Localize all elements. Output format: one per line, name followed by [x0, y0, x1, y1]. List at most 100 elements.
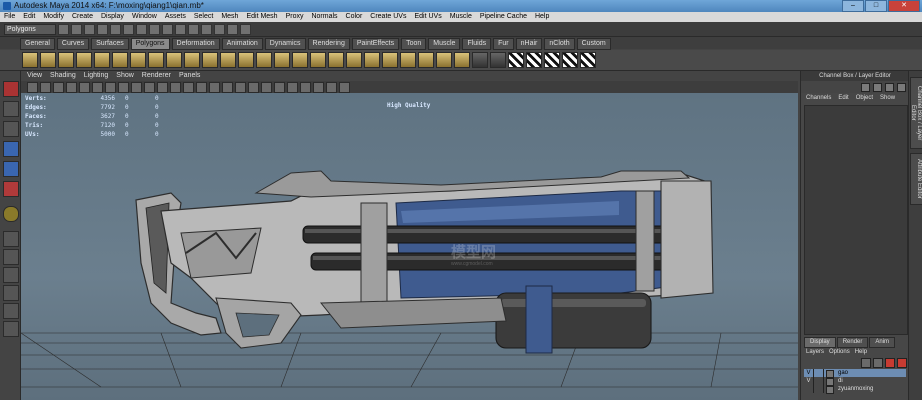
menu-set-selector[interactable]: Polygons [4, 24, 56, 35]
shelf-tab-ncloth[interactable]: nCloth [544, 38, 575, 50]
select-tool-icon[interactable] [3, 81, 19, 97]
extract-icon[interactable] [220, 52, 236, 68]
combine-icon[interactable] [184, 52, 200, 68]
cb-toggle-layer-editor-icon[interactable] [873, 83, 882, 92]
panel-menu-renderer[interactable]: Renderer [142, 71, 171, 81]
layer-menu-help[interactable]: Help [855, 348, 867, 357]
menu-file[interactable]: File [4, 12, 15, 22]
layer-playback-toggle[interactable] [814, 385, 824, 393]
layer-menu-options[interactable]: Options [829, 348, 850, 357]
layer-tab-display[interactable]: Display [804, 337, 836, 348]
wireframe-on-shaded-icon[interactable] [196, 82, 207, 93]
side-tab-channel-box[interactable]: Channel Box / Layer Editor [910, 77, 922, 149]
poly-sphere-icon[interactable] [22, 52, 38, 68]
x-ray-icon[interactable] [313, 82, 324, 93]
smooth-shade-icon[interactable] [183, 82, 194, 93]
minimize-button[interactable]: – [842, 0, 864, 12]
menu-normals[interactable]: Normals [311, 12, 337, 22]
layer-row-zyuanmoxing[interactable]: zyuanmoxing [804, 385, 906, 394]
cb-toggle-channel-box-icon[interactable] [861, 83, 870, 92]
planar-mapping-icon[interactable] [508, 52, 524, 68]
move-layer-up-icon[interactable] [861, 358, 871, 368]
paint-select-tool-icon[interactable] [3, 121, 19, 137]
layer-visibility-toggle[interactable] [804, 385, 814, 393]
anti-aliasing-icon[interactable] [274, 82, 285, 93]
menu-muscle[interactable]: Muscle [450, 12, 472, 22]
panel-menu-panels[interactable]: Panels [179, 71, 200, 81]
panel-menu-show[interactable]: Show [116, 71, 134, 81]
rotate-tool-icon[interactable] [3, 161, 19, 177]
menu-select[interactable]: Select [194, 12, 213, 22]
shelf-tab-animation[interactable]: Animation [221, 38, 263, 50]
screen-space-ao-icon[interactable] [248, 82, 259, 93]
shelf-tab-fluids[interactable]: Fluids [462, 38, 492, 50]
menu-window[interactable]: Window [132, 12, 157, 22]
film-gate-icon[interactable] [92, 82, 103, 93]
safe-action-icon[interactable] [144, 82, 155, 93]
x-ray-joints-icon[interactable] [326, 82, 337, 93]
spherical-mapping-icon[interactable] [544, 52, 560, 68]
layer-menu-layers[interactable]: Layers [806, 348, 824, 357]
menu-pipeline-cache[interactable]: Pipeline Cache [480, 12, 527, 22]
layout-four-icon[interactable] [3, 249, 19, 265]
poly-pipe-icon[interactable] [166, 52, 182, 68]
render-settings-icon[interactable] [240, 24, 251, 35]
poly-pyramid-icon[interactable] [148, 52, 164, 68]
depth-of-field-icon[interactable] [287, 82, 298, 93]
append-polygon-icon[interactable] [328, 52, 344, 68]
menu-mesh[interactable]: Mesh [221, 12, 238, 22]
shelf-tab-painteffects[interactable]: PaintEffects [351, 38, 400, 50]
smooth-icon[interactable] [238, 52, 254, 68]
reduce-icon[interactable] [436, 52, 452, 68]
mirror-geometry-icon[interactable] [472, 52, 488, 68]
new-scene-icon[interactable] [58, 24, 69, 35]
menu-edit-mesh[interactable]: Edit Mesh [246, 12, 277, 22]
shelf-tab-polygons[interactable]: Polygons [130, 38, 170, 50]
side-tab-attribute-editor[interactable]: Attribute Editor [910, 153, 922, 205]
layer-visibility-toggle[interactable]: V [804, 377, 814, 385]
snap-point-icon[interactable] [162, 24, 173, 35]
select-object-icon[interactable] [110, 24, 121, 35]
history-icon[interactable] [188, 24, 199, 35]
layer-visibility-toggle[interactable]: V [804, 369, 814, 377]
textured-icon[interactable] [209, 82, 220, 93]
menu-create[interactable]: Create [72, 12, 93, 22]
save-scene-icon[interactable] [84, 24, 95, 35]
cb-menu-show[interactable]: Show [880, 93, 895, 103]
cb-toggle-both-icon[interactable] [885, 83, 894, 92]
move-tool-icon[interactable] [3, 141, 19, 157]
wedge-face-icon[interactable] [418, 52, 434, 68]
poly-cube-icon[interactable] [40, 52, 56, 68]
lasso-tool-icon[interactable] [3, 101, 19, 117]
snap-surface-icon[interactable] [175, 24, 186, 35]
poly-torus-icon[interactable] [112, 52, 128, 68]
layout-single-icon[interactable] [3, 231, 19, 247]
shelf-tab-surfaces[interactable]: Surfaces [91, 38, 129, 50]
grid-icon[interactable] [79, 82, 90, 93]
create-empty-layer-icon[interactable] [885, 358, 895, 368]
boolean-icon[interactable] [256, 52, 272, 68]
bookmarks-icon[interactable] [53, 82, 64, 93]
menu-edit-uvs[interactable]: Edit UVs [414, 12, 441, 22]
merge-vertices-icon[interactable] [382, 52, 398, 68]
panel-menu-view[interactable]: View [27, 71, 42, 81]
cb-menu-object[interactable]: Object [856, 93, 873, 103]
menu-modify[interactable]: Modify [43, 12, 64, 22]
select-camera-icon[interactable] [27, 82, 38, 93]
poly-cone-icon[interactable] [76, 52, 92, 68]
backface-culling-icon[interactable] [339, 82, 350, 93]
field-chart-icon[interactable] [131, 82, 142, 93]
layout-hypershade-icon[interactable] [3, 303, 19, 319]
separate-icon[interactable] [202, 52, 218, 68]
checker-texture-icon[interactable] [580, 52, 596, 68]
layout-outliner-icon[interactable] [3, 321, 19, 337]
shelf-tab-custom[interactable]: Custom [576, 38, 611, 50]
shelf-tab-general[interactable]: General [20, 38, 55, 50]
insert-edge-loop-icon[interactable] [364, 52, 380, 68]
menu-edit[interactable]: Edit [23, 12, 35, 22]
shelf-tab-muscle[interactable]: Muscle [428, 38, 461, 50]
close-button[interactable]: ✕ [888, 0, 920, 12]
layer-color-swatch[interactable] [826, 386, 834, 394]
maximize-button[interactable]: □ [865, 0, 887, 12]
select-hierarchy-icon[interactable] [97, 24, 108, 35]
